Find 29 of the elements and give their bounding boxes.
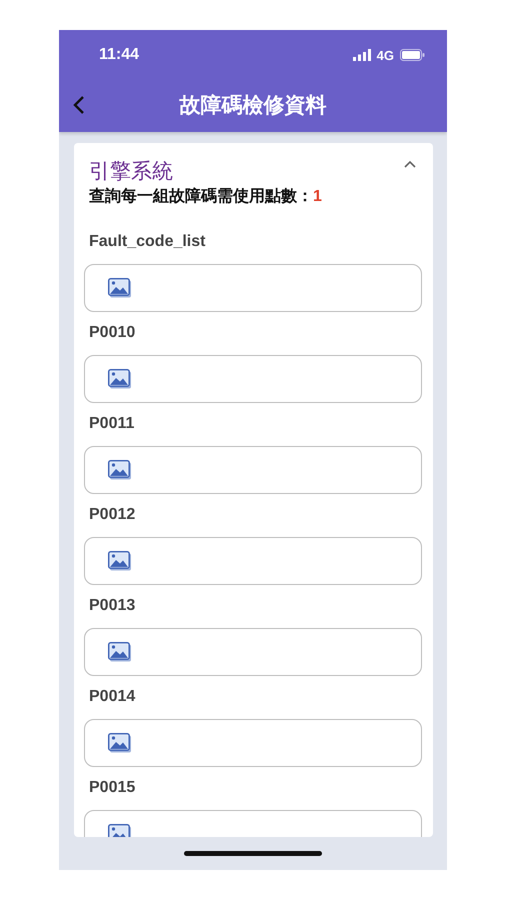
image-field[interactable] bbox=[84, 264, 422, 312]
network-label: 4G bbox=[376, 48, 394, 62]
field-label: P0013 bbox=[88, 596, 136, 616]
image-icon bbox=[108, 733, 132, 753]
points-info: 查詢每一組故障碼需使用點數：1 bbox=[88, 186, 323, 207]
field-label: P0014 bbox=[88, 687, 136, 707]
chevron-up-icon bbox=[404, 160, 416, 168]
collapse-button[interactable] bbox=[404, 160, 416, 168]
image-icon bbox=[108, 460, 132, 480]
field-label: Fault_code_list bbox=[88, 232, 206, 252]
section-title: 引擎系統 bbox=[89, 159, 174, 185]
battery-icon bbox=[400, 49, 425, 61]
back-icon bbox=[73, 95, 85, 115]
image-field[interactable] bbox=[84, 355, 422, 403]
image-icon bbox=[108, 278, 132, 298]
field-label: P0011 bbox=[88, 414, 134, 434]
image-icon bbox=[108, 642, 132, 662]
image-field[interactable] bbox=[84, 537, 422, 585]
page-title: 故障碼檢修資料 bbox=[178, 92, 328, 119]
field-label: P0012 bbox=[88, 505, 136, 525]
signal-icon bbox=[352, 49, 373, 61]
image-icon bbox=[108, 369, 132, 389]
field-label: P0010 bbox=[88, 323, 136, 343]
image-icon bbox=[108, 551, 132, 571]
field-label: P0015 bbox=[88, 778, 136, 798]
image-field[interactable] bbox=[84, 628, 422, 676]
image-field[interactable] bbox=[84, 719, 422, 767]
status-time: 11:44 bbox=[99, 46, 140, 64]
image-field[interactable] bbox=[84, 446, 422, 494]
